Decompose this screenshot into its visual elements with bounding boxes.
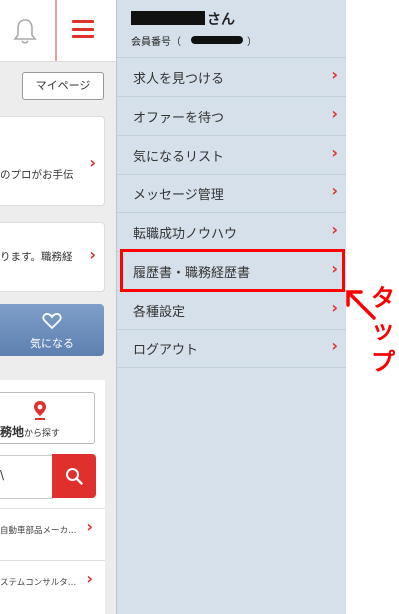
chevron-right-icon: › [89, 153, 96, 172]
chevron-right-icon: › [331, 336, 338, 355]
menu-item-wait-offers[interactable]: オファーを待つ › [117, 96, 346, 136]
redacted-member-number [191, 36, 243, 44]
highlight-box [120, 249, 345, 292]
chevron-right-icon: › [331, 104, 338, 123]
keyword-search-input[interactable]: \ [0, 455, 53, 499]
user-suffix: さん [207, 12, 235, 28]
redacted-username [131, 11, 205, 25]
menu-item-messages[interactable]: メッセージ管理 › [117, 173, 346, 213]
search-by-location-button[interactable]: 務地から探す [0, 392, 95, 444]
search-panel: 務地から探す \ 自動車部品メーカ… › ステムコンサルタ… › [0, 380, 105, 614]
chevron-right-icon: › [331, 298, 338, 317]
service-card[interactable]: ります。職務経 › [0, 222, 105, 292]
heart-icon [42, 313, 62, 330]
chevron-right-icon: › [86, 517, 93, 536]
card-text: ります。職務経 [0, 251, 73, 263]
hamburger-icon[interactable] [72, 20, 94, 38]
favorite-label: 気になる [30, 337, 74, 350]
main-page: マイページ のプロがお手伝 › ります。職務経 › 気になる 務地から探す \ [0, 0, 116, 614]
tap-annotation: タ ッ プ [371, 284, 395, 376]
menu-item-knowhow[interactable]: 転職成功ノウハウ › [117, 212, 346, 252]
favorite-button[interactable]: 気になる [0, 304, 104, 356]
chevron-right-icon: › [331, 181, 338, 200]
chevron-right-icon: › [331, 220, 338, 239]
search-button[interactable] [52, 454, 96, 498]
mypage-button[interactable]: マイページ [22, 72, 104, 100]
menu-item-find-jobs[interactable]: 求人を見つける › [117, 57, 346, 97]
service-card[interactable]: のプロがお手伝 › [0, 116, 105, 206]
user-info: さん 会員番号（ ） [117, 0, 346, 58]
chevron-right-icon: › [89, 245, 96, 264]
chevron-right-icon: › [331, 143, 338, 162]
list-item[interactable]: 自動車部品メーカ… › [0, 508, 105, 553]
bell-icon[interactable] [12, 17, 38, 45]
side-drawer-menu: さん 会員番号（ ） 求人を見つける › オファーを待つ › 気になるリスト › メッ… [116, 0, 346, 614]
menu-item-logout[interactable]: ログアウト › [117, 328, 346, 368]
header-divider [55, 0, 57, 61]
top-bar [0, 0, 116, 62]
search-icon [66, 468, 83, 485]
menu-item-settings[interactable]: 各種設定 › [117, 290, 346, 330]
chevron-right-icon: › [86, 569, 93, 588]
member-number-close: ） [247, 37, 257, 48]
list-item[interactable]: ステムコンサルタ… › [0, 560, 105, 605]
menu-item-favorites[interactable]: 気になるリスト › [117, 135, 346, 175]
location-pin-icon [34, 401, 46, 420]
member-number-label: 会員番号（ [131, 37, 181, 48]
location-label: 務地から探す [0, 425, 61, 439]
card-text: のプロがお手伝 [0, 169, 74, 181]
chevron-right-icon: › [331, 65, 338, 84]
